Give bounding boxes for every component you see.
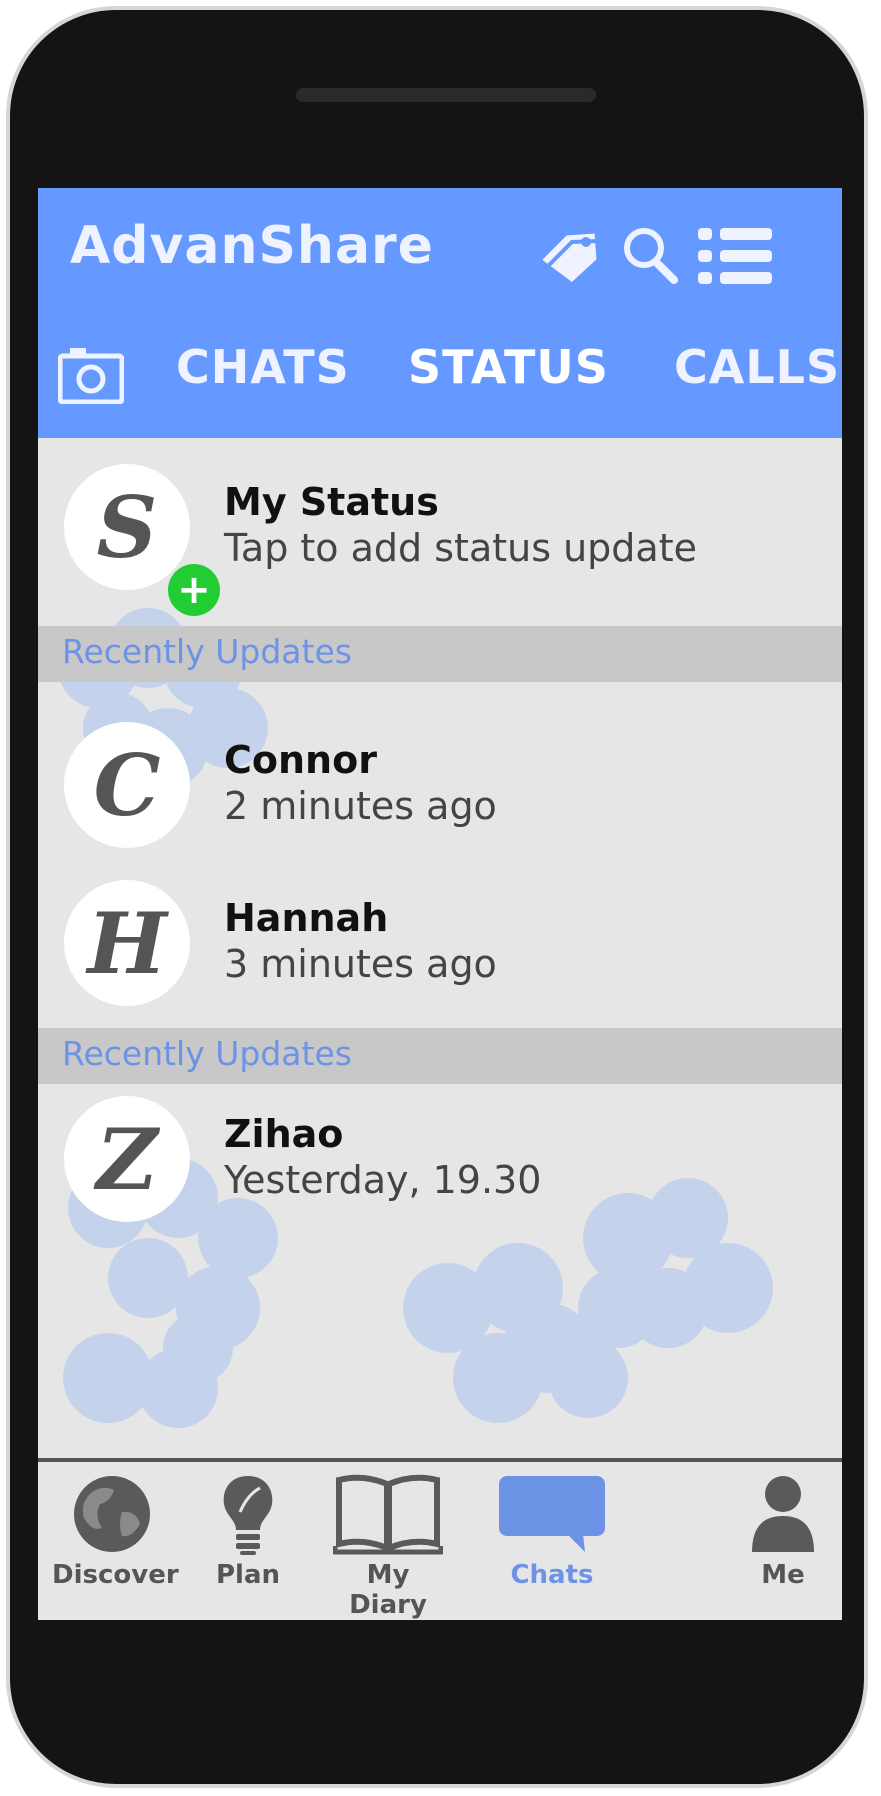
section-header: Recently Updates	[38, 1028, 842, 1084]
app-title: AdvanShare	[70, 216, 434, 276]
my-status-row[interactable]: S + My Status Tap to add status update	[38, 438, 842, 626]
bottom-nav-divider	[38, 1458, 842, 1462]
person-icon	[752, 1476, 814, 1552]
status-list-item[interactable]: H Hannah 3 minutes ago	[38, 880, 842, 1030]
tab-status[interactable]: STATUS	[408, 340, 609, 394]
chat-bubble-icon	[499, 1476, 605, 1552]
menu-list-icon[interactable]	[698, 226, 774, 286]
tab-calls[interactable]: CALLS	[674, 340, 840, 394]
nav-item-chats[interactable]: Chats	[490, 1472, 614, 1590]
contact-name: Hannah	[224, 896, 389, 940]
tag-icon[interactable]	[536, 226, 606, 286]
my-status-subtitle: Tap to add status update	[224, 526, 697, 570]
nav-label: Discover	[52, 1560, 179, 1590]
status-time: 3 minutes ago	[224, 942, 497, 986]
nav-label: Plan	[215, 1560, 281, 1590]
contact-name: Zihao	[224, 1112, 344, 1156]
book-icon	[332, 1474, 444, 1555]
my-status-avatar: S +	[64, 464, 220, 616]
phone-speaker	[296, 88, 596, 102]
my-status-title: My Status	[224, 480, 439, 524]
status-list-item[interactable]: Z Zihao Yesterday, 19.30	[38, 1096, 842, 1246]
tab-chats[interactable]: CHATS	[176, 340, 350, 394]
search-icon[interactable]	[622, 226, 678, 286]
app-screen: AdvanShare CHATS STATUS CALLS S + My Sta…	[38, 188, 842, 1620]
status-time: Yesterday, 19.30	[224, 1158, 542, 1202]
nav-item-me[interactable]: Me	[738, 1472, 828, 1590]
app-bar: AdvanShare CHATS STATUS CALLS	[38, 188, 842, 438]
nav-item-my-diary[interactable]: My Diary	[328, 1472, 448, 1620]
avatar: C	[64, 722, 190, 848]
nav-item-plan[interactable]: Plan	[198, 1472, 298, 1590]
status-list-item[interactable]: C Connor 2 minutes ago	[38, 722, 842, 872]
add-status-icon[interactable]: +	[168, 564, 220, 616]
section-header: Recently Updates	[38, 626, 842, 682]
nav-label: Me	[761, 1560, 805, 1590]
nav-label: Chats	[510, 1560, 594, 1590]
camera-icon[interactable]	[58, 346, 124, 404]
lightbulb-icon	[223, 1476, 273, 1555]
avatar-initial: S	[96, 477, 158, 577]
avatar: H	[64, 880, 190, 1006]
status-time: 2 minutes ago	[224, 784, 497, 828]
nav-label: My Diary	[349, 1560, 427, 1620]
globe-icon	[74, 1476, 150, 1552]
avatar: Z	[64, 1096, 190, 1222]
nav-item-discover[interactable]: Discover	[52, 1472, 179, 1590]
contact-name: Connor	[224, 738, 377, 782]
